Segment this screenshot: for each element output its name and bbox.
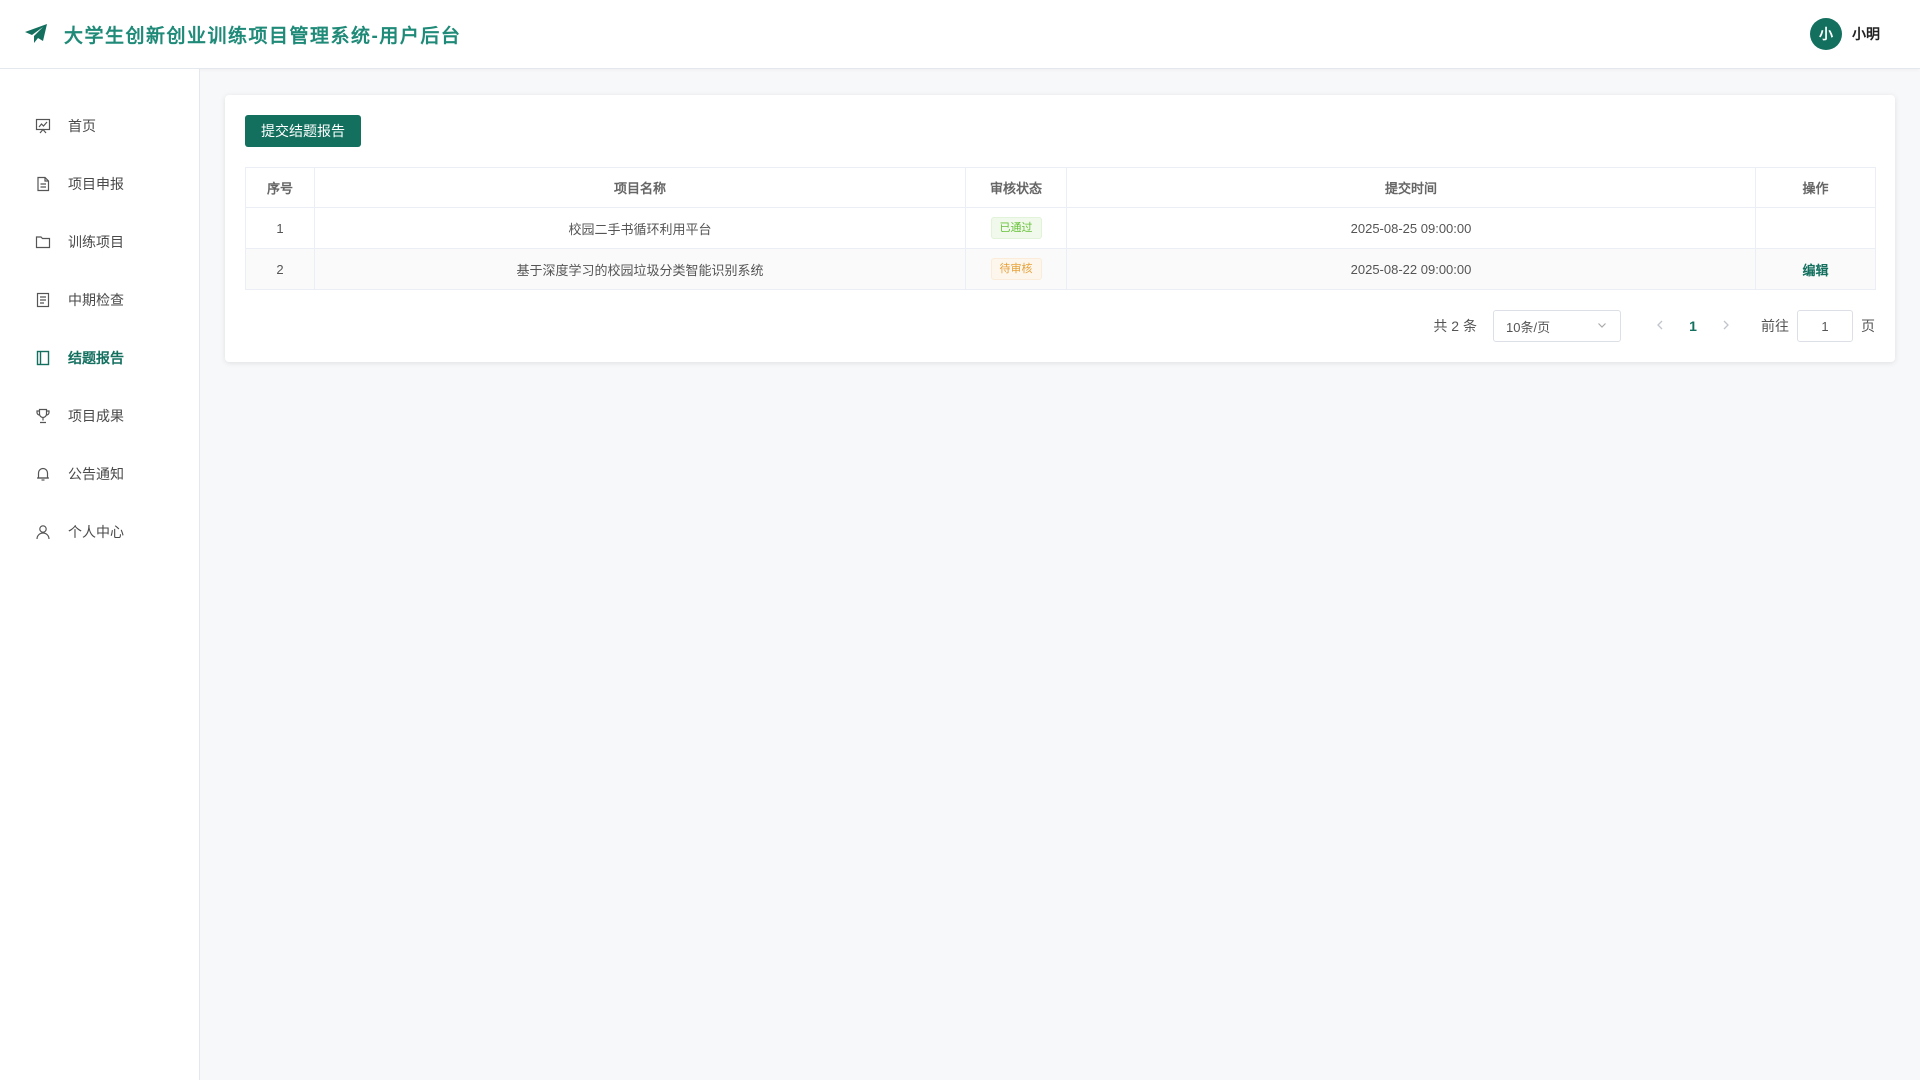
- notebook-icon: [34, 349, 52, 367]
- row-action-cell: 编辑: [1755, 248, 1876, 290]
- table-header-row: 序号 项目名称 审核状态 提交时间 操作: [245, 167, 1876, 208]
- status-badge: 待审核: [990, 258, 1042, 280]
- paper-plane-icon: [24, 21, 50, 47]
- document-icon: [34, 175, 52, 193]
- column-header-action: 操作: [1755, 167, 1876, 208]
- column-header-index: 序号: [245, 167, 315, 208]
- next-page-button[interactable]: [1711, 318, 1741, 334]
- sidebar-item-label: 结题报告: [68, 350, 124, 366]
- sidebar-item-label: 公告通知: [68, 466, 124, 482]
- sidebar-item-achievements[interactable]: 项目成果: [0, 387, 199, 445]
- sidebar: 首页 项目申报 训练项目 中期检查 结题报告 项目成果 公告通知 个人中心: [0, 69, 200, 1080]
- status-badge: 已通过: [990, 217, 1042, 239]
- row-project-name: 校园二手书循环利用平台: [314, 207, 966, 249]
- sidebar-item-label: 个人中心: [68, 524, 124, 540]
- sidebar-item-label: 中期检查: [68, 292, 124, 308]
- goto-label: 前往: [1761, 318, 1789, 334]
- chevron-left-icon: [1657, 320, 1663, 330]
- submit-report-button[interactable]: 提交结题报告: [245, 115, 361, 147]
- chart-board-icon: [34, 117, 52, 135]
- row-action: [1755, 207, 1876, 249]
- sidebar-item-project-apply[interactable]: 项目申报: [0, 155, 199, 213]
- column-header-name: 项目名称: [314, 167, 966, 208]
- user-menu[interactable]: 小 小明: [1810, 18, 1880, 50]
- sidebar-item-training-projects[interactable]: 训练项目: [0, 213, 199, 271]
- row-index: 1: [245, 207, 315, 249]
- sidebar-item-profile[interactable]: 个人中心: [0, 503, 199, 561]
- pagination-total: 共 2 条: [1433, 318, 1477, 334]
- row-index: 2: [245, 248, 315, 290]
- edit-link[interactable]: 编辑: [1802, 263, 1828, 278]
- report-table: 序号 项目名称 审核状态 提交时间 操作 1 校园二手书循环利用平台 已通过 2…: [245, 167, 1876, 290]
- sidebar-item-notices[interactable]: 公告通知: [0, 445, 199, 503]
- sidebar-item-label: 项目申报: [68, 176, 124, 192]
- trophy-icon: [34, 407, 52, 425]
- sidebar-item-home[interactable]: 首页: [0, 97, 199, 155]
- table-row: 2 基于深度学习的校园垃圾分类智能识别系统 待审核 2025-08-22 09:…: [245, 248, 1876, 290]
- chevron-down-icon: [1596, 319, 1608, 334]
- folder-icon: [34, 233, 52, 251]
- page-unit-label: 页: [1861, 318, 1875, 334]
- pagination: 共 2 条 10条/页 1 前往 页: [245, 310, 1875, 342]
- sidebar-item-label: 首页: [68, 118, 96, 134]
- sidebar-item-midterm-check[interactable]: 中期检查: [0, 271, 199, 329]
- checklist-icon: [34, 291, 52, 309]
- row-project-name: 基于深度学习的校园垃圾分类智能识别系统: [314, 248, 966, 290]
- report-card: 提交结题报告 序号 项目名称 审核状态 提交时间 操作 1 校园二手书循环利用平…: [225, 95, 1895, 362]
- column-header-status: 审核状态: [965, 167, 1067, 208]
- row-status-cell: 已通过: [965, 207, 1067, 249]
- prev-page-button[interactable]: [1645, 318, 1675, 334]
- top-header: 大学生创新创业训练项目管理系统-用户后台 小 小明: [0, 0, 1920, 69]
- page-size-value: 10条/页: [1506, 319, 1551, 335]
- goto-page-input[interactable]: [1797, 310, 1853, 342]
- row-submit-time: 2025-08-22 09:00:00: [1066, 248, 1756, 290]
- sidebar-item-label: 训练项目: [68, 234, 124, 250]
- page-number-current[interactable]: 1: [1675, 318, 1711, 334]
- chevron-right-icon: [1723, 320, 1729, 330]
- app-title: 大学生创新创业训练项目管理系统-用户后台: [64, 25, 462, 47]
- column-header-time: 提交时间: [1066, 167, 1756, 208]
- sidebar-item-final-report[interactable]: 结题报告: [0, 329, 199, 387]
- row-status-cell: 待审核: [965, 248, 1067, 290]
- bell-icon: [34, 465, 52, 483]
- sidebar-item-label: 项目成果: [68, 408, 124, 424]
- page-size-select[interactable]: 10条/页: [1493, 310, 1621, 342]
- brand: 大学生创新创业训练项目管理系统-用户后台: [24, 21, 461, 48]
- user-icon: [34, 523, 52, 541]
- avatar[interactable]: 小: [1810, 18, 1842, 50]
- user-name[interactable]: 小明: [1852, 24, 1880, 44]
- table-row: 1 校园二手书循环利用平台 已通过 2025-08-25 09:00:00: [245, 207, 1876, 249]
- row-submit-time: 2025-08-25 09:00:00: [1066, 207, 1756, 249]
